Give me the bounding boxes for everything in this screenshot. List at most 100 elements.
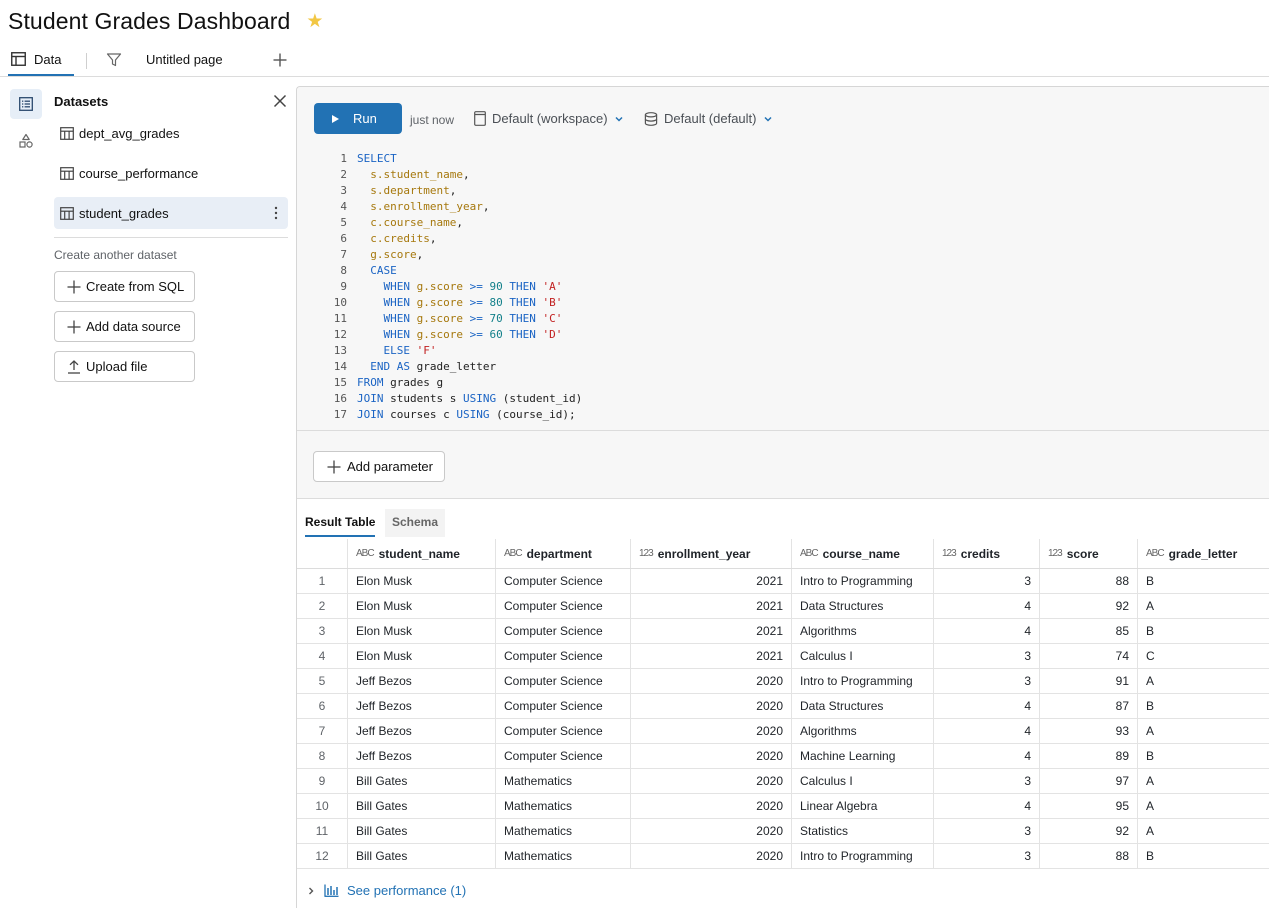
table-row[interactable]: 5 Jeff Bezos Computer Science 2020 Intro to … <box>297 669 1269 694</box>
add-data-source-button[interactable]: Add data source <box>54 311 195 342</box>
code-line: 14 END AS grade_letter <box>333 360 497 373</box>
add-parameter-label: Add parameter <box>347 459 433 474</box>
row-index: 4 <box>297 644 348 668</box>
row-index: 1 <box>297 569 348 593</box>
cell-student-name: Elon Musk <box>348 594 496 618</box>
dataset-item-student-grades[interactable]: student_grades <box>54 197 288 229</box>
sql-code[interactable]: 1 SELECT 2 s.student_name, 3 s.department… <box>327 151 582 423</box>
cell-score: 87 <box>1040 694 1138 718</box>
cell-department: Mathematics <box>496 769 631 793</box>
column-header-credits[interactable]: 123 credits <box>934 539 1040 568</box>
cell-score: 97 <box>1040 769 1138 793</box>
cell-student-name: Jeff Bezos <box>348 694 496 718</box>
dataset-item-label: student_grades <box>79 205 169 221</box>
table-row[interactable]: 7 Jeff Bezos Computer Science 2020 Algorithm… <box>297 719 1269 744</box>
cell-course-name: Algorithms <box>792 619 934 643</box>
cell-grade-letter: B <box>1146 574 1155 588</box>
dataset-item-dept-avg-grades[interactable]: dept_avg_grades <box>54 117 288 149</box>
string-type-icon: ABC <box>1146 548 1165 559</box>
column-header-grade-letter[interactable]: ABC grade_letter <box>1138 539 1269 568</box>
filter-icon[interactable] <box>106 52 122 68</box>
column-header-course-name[interactable]: ABC course_name <box>792 539 934 568</box>
code-line: 3 s.department, <box>340 184 457 197</box>
chevron-down-icon <box>615 116 623 122</box>
tab-separator <box>86 53 87 69</box>
cell-course-name: Machine Learning <box>792 744 934 768</box>
kebab-menu-icon[interactable] <box>274 206 278 220</box>
catalog-selector[interactable]: Default (workspace) <box>474 111 624 126</box>
cell-department: Computer Science <box>496 694 631 718</box>
cell-score: 92 <box>1040 594 1138 618</box>
table-row[interactable]: 8 Jeff Bezos Computer Science 2020 Machine L… <box>297 744 1269 769</box>
tab-untitled-page[interactable]: Untitled page <box>146 52 223 67</box>
cell-department: Computer Science <box>496 644 631 668</box>
row-index: 3 <box>297 619 348 643</box>
cell-score: 92 <box>1040 819 1138 843</box>
table-row[interactable]: 2 Elon Musk Computer Science 2021 Data Struc… <box>297 594 1269 619</box>
cell-enrollment-year: 2020 <box>631 769 792 793</box>
cell-department: Computer Science <box>496 744 631 768</box>
add-parameter-button[interactable]: Add parameter <box>313 451 445 482</box>
code-line: 13 ELSE 'F' <box>333 344 437 357</box>
cell-grade-letter: B <box>1146 849 1155 863</box>
column-header-enrollment-year[interactable]: 123 enrollment_year <box>631 539 792 568</box>
table-row[interactable]: 10 Bill Gates Mathematics 2020 Linear Algebr… <box>297 794 1269 819</box>
dataset-item-course-performance[interactable]: course_performance <box>54 157 288 189</box>
cell-grade-letter: B <box>1146 699 1155 713</box>
favorite-star-icon[interactable]: ★ <box>306 12 323 31</box>
shapes-panel-button[interactable] <box>10 126 42 156</box>
column-header-score[interactable]: 123 score <box>1040 539 1138 568</box>
result-tabs: Result Table Schema <box>297 499 1269 539</box>
sql-editor[interactable]: Run just now Default (workspace) Default… <box>297 87 1269 430</box>
table-row[interactable]: 12 Bill Gates Mathematics 2020 Intro to Prog… <box>297 844 1269 869</box>
parameter-bar: Add parameter <box>297 430 1269 499</box>
create-from-sql-button[interactable]: Create from SQL <box>54 271 195 302</box>
cell-credits: 3 <box>934 569 1040 593</box>
cell-credits: 3 <box>934 669 1040 693</box>
cell-score: 74 <box>1040 644 1138 668</box>
column-header-student-name[interactable]: ABC student_name <box>348 539 496 568</box>
table-row[interactable]: 11 Bill Gates Mathematics 2020 Statistics 3 92… <box>297 819 1269 844</box>
number-type-icon: 123 <box>639 548 654 559</box>
tab-schema[interactable]: Schema <box>385 509 446 537</box>
icon-rail <box>0 78 44 908</box>
cell-enrollment-year: 2020 <box>631 844 792 868</box>
add-data-source-label: Add data source <box>86 319 181 334</box>
close-icon[interactable] <box>272 93 288 109</box>
cell-student-name: Elon Musk <box>348 569 496 593</box>
see-performance-label: See performance (1) <box>347 883 467 898</box>
cell-score: 88 <box>1040 844 1138 868</box>
cell-course-name: Linear Algebra <box>792 794 934 818</box>
tab-data[interactable]: Data <box>8 44 74 76</box>
table-row[interactable]: 9 Bill Gates Mathematics 2020 Calculus I 3 97 A <box>297 769 1269 794</box>
see-performance-link[interactable]: See performance (1) <box>297 872 1269 908</box>
upload-file-button[interactable]: Upload file <box>54 351 195 382</box>
row-index: 12 <box>297 844 348 868</box>
create-from-sql-label: Create from SQL <box>86 279 185 294</box>
table-row[interactable]: 3 Elon Musk Computer Science 2021 Algorithms… <box>297 619 1269 644</box>
datasets-panel-button[interactable] <box>10 89 42 119</box>
cell-course-name: Data Structures <box>792 594 934 618</box>
datasets-panel: Datasets dept_avg_grades course_performa… <box>44 78 296 908</box>
add-page-icon[interactable] <box>272 52 288 68</box>
code-line: 5 c.course_name, <box>340 216 463 229</box>
string-type-icon: ABC <box>504 548 523 559</box>
database-icon <box>644 111 658 126</box>
tab-result-table[interactable]: Result Table <box>305 515 376 537</box>
cell-department: Computer Science <box>496 719 631 743</box>
cell-score: 93 <box>1040 719 1138 743</box>
table-row[interactable]: 1 Elon Musk Computer Science 2021 Intro to P… <box>297 569 1269 594</box>
cell-grade-letter: B <box>1146 749 1155 763</box>
cell-enrollment-year: 2020 <box>631 744 792 768</box>
table-row[interactable]: 4 Elon Musk Computer Science 2021 Calculus I… <box>297 644 1269 669</box>
cell-score: 95 <box>1040 794 1138 818</box>
row-index: 2 <box>297 594 348 618</box>
column-header-department[interactable]: ABC department <box>496 539 631 568</box>
schema-selector[interactable]: Default (default) <box>644 111 773 126</box>
row-index: 5 <box>297 669 348 693</box>
cell-enrollment-year: 2020 <box>631 719 792 743</box>
run-button[interactable]: Run <box>314 103 402 134</box>
table-row[interactable]: 6 Jeff Bezos Computer Science 2020 Data Stru… <box>297 694 1269 719</box>
create-dataset-label: Create another dataset <box>54 248 177 262</box>
cell-department: Computer Science <box>496 619 631 643</box>
